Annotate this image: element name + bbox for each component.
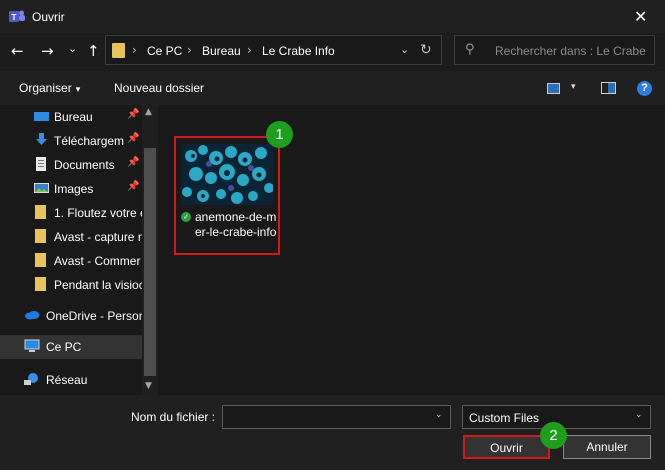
help-icon[interactable]: ? bbox=[637, 81, 652, 96]
sidebar-item-label: Téléchargements bbox=[54, 134, 124, 148]
sidebar-item-folder-avast-capture[interactable]: Avast - capture n bbox=[0, 225, 142, 249]
sidebar-item-label: 1. Floutez votre e bbox=[54, 206, 142, 220]
sync-status-icon: ✓ bbox=[181, 212, 191, 222]
download-icon bbox=[34, 133, 49, 147]
scroll-up-icon[interactable]: ▲ bbox=[145, 107, 152, 117]
folder-icon bbox=[112, 43, 125, 58]
filename-input[interactable]: ⌄ bbox=[222, 405, 451, 429]
file-name: anemone-de-mer-le-crabe-info bbox=[195, 210, 277, 239]
document-icon bbox=[34, 157, 49, 171]
sidebar-item-folder-pendant[interactable]: Pendant la visioc bbox=[0, 273, 142, 297]
filename-label: Nom du fichier : bbox=[131, 410, 216, 424]
file-list: ✓ anemone-de-mer-le-crabe-info 1 bbox=[158, 105, 665, 395]
cancel-button[interactable]: Annuler bbox=[563, 435, 651, 459]
step-badge-2: 2 bbox=[540, 422, 567, 449]
view-mode-icon[interactable] bbox=[547, 83, 560, 94]
sidebar-item-label: Documents bbox=[54, 158, 115, 172]
back-arrow-icon[interactable]: ← bbox=[11, 41, 24, 61]
sidebar-item-documents[interactable]: Documents 📌 bbox=[0, 153, 142, 177]
sidebar-item-reseau[interactable]: Réseau bbox=[0, 368, 142, 392]
sidebar-item-label: OneDrive - Person bbox=[46, 309, 142, 323]
sidebar-item-label: Réseau bbox=[46, 373, 88, 387]
breadcrumb-separator: › bbox=[132, 43, 137, 57]
sidebar-item-onedrive[interactable]: OneDrive - Person bbox=[0, 304, 142, 328]
breadcrumb-le-crabe-info[interactable]: Le Crabe Info bbox=[262, 44, 335, 58]
folder-icon bbox=[34, 277, 49, 291]
sidebar-item-bureau[interactable]: Bureau 📌 bbox=[0, 105, 142, 129]
view-dropdown-icon[interactable]: ▾ bbox=[571, 82, 576, 92]
folder-icon bbox=[34, 229, 49, 243]
search-placeholder: Rechercher dans : Le Crabe I... bbox=[495, 44, 650, 58]
sidebar-scrollbar[interactable]: ▲ ▼ bbox=[142, 105, 158, 395]
filename-dropdown-icon[interactable]: ⌄ bbox=[435, 410, 443, 420]
sidebar-item-label: Ce PC bbox=[46, 340, 82, 354]
sidebar-item-label: Pendant la visioc bbox=[54, 278, 142, 292]
organiser-button[interactable]: Organiser ▾ bbox=[19, 81, 80, 95]
forward-arrow-icon[interactable]: → bbox=[41, 41, 54, 61]
sidebar-item-label: Images bbox=[54, 182, 94, 196]
pin-icon: 📌 bbox=[127, 181, 140, 192]
search-icon: ⚲ bbox=[465, 42, 475, 57]
command-bar: Organiser ▾ Nouveau dossier ▾ ? bbox=[0, 71, 665, 105]
up-arrow-icon[interactable]: ↑ bbox=[87, 41, 100, 61]
pin-icon: 📌 bbox=[127, 109, 140, 120]
chevron-down-icon: ⌄ bbox=[635, 410, 643, 420]
computer-icon bbox=[24, 339, 40, 353]
address-bar[interactable]: › Ce PC › Bureau › Le Crabe Info ⌄ ↻ bbox=[105, 35, 442, 65]
network-icon bbox=[24, 372, 39, 386]
folder-icon bbox=[34, 205, 49, 219]
sidebar-item-label: Avast - Commer bbox=[54, 254, 141, 268]
breadcrumb-separator: › bbox=[187, 43, 192, 57]
step-badge-1: 1 bbox=[266, 121, 293, 148]
file-item[interactable]: ✓ anemone-de-mer-le-crabe-info bbox=[174, 136, 280, 255]
preview-pane-icon[interactable] bbox=[601, 82, 616, 94]
file-type-value: Custom Files bbox=[469, 411, 540, 425]
breadcrumb-ce-pc[interactable]: Ce PC bbox=[147, 44, 182, 58]
pin-icon: 📌 bbox=[127, 157, 140, 168]
sidebar-item-telechargements[interactable]: Téléchargements 📌 bbox=[0, 129, 142, 153]
window-title: Ouvrir bbox=[32, 10, 65, 24]
onedrive-icon bbox=[24, 308, 40, 322]
pin-icon: 📌 bbox=[127, 133, 140, 144]
file-thumbnail bbox=[181, 144, 273, 205]
breadcrumb-separator: › bbox=[247, 43, 252, 57]
sidebar-item-folder-floutez[interactable]: 1. Floutez votre e bbox=[0, 201, 142, 225]
chevron-down-icon: ▾ bbox=[75, 85, 81, 95]
address-dropdown-icon[interactable]: ⌄ bbox=[400, 43, 409, 56]
sidebar-item-label: Avast - capture n bbox=[54, 230, 142, 244]
folder-icon bbox=[34, 253, 49, 267]
recent-locations-chevron-icon[interactable]: ⌄ bbox=[68, 39, 77, 59]
refresh-icon[interactable]: ↻ bbox=[420, 42, 432, 58]
organiser-label: Organiser bbox=[19, 81, 72, 95]
scrollbar-thumb[interactable] bbox=[144, 148, 156, 376]
sidebar-item-images[interactable]: Images 📌 bbox=[0, 177, 142, 201]
search-input[interactable]: ⚲ Rechercher dans : Le Crabe I... bbox=[454, 35, 655, 65]
sidebar-item-label: Bureau bbox=[54, 110, 93, 124]
navigation-bar: ← → ⌄ ↑ › Ce PC › Bureau › Le Crabe Info… bbox=[0, 33, 665, 71]
scroll-down-icon[interactable]: ▼ bbox=[145, 381, 152, 391]
desktop-icon bbox=[34, 109, 49, 123]
open-button[interactable]: Ouvrir bbox=[463, 435, 550, 459]
breadcrumb-bureau[interactable]: Bureau bbox=[202, 44, 241, 58]
sidebar-item-folder-avast-commer[interactable]: Avast - Commer bbox=[0, 249, 142, 273]
sidebar-item-ce-pc[interactable]: Ce PC bbox=[0, 335, 142, 359]
close-icon[interactable]: ✕ bbox=[634, 7, 647, 26]
dialog-footer: Nom du fichier : ⌄ Custom Files ⌄ Ouvrir… bbox=[0, 395, 665, 470]
svg-text:T: T bbox=[12, 13, 17, 22]
teams-icon: T bbox=[9, 10, 25, 22]
new-folder-button[interactable]: Nouveau dossier bbox=[114, 81, 204, 95]
title-bar: T Ouvrir ✕ bbox=[0, 0, 665, 33]
pictures-icon bbox=[34, 181, 49, 195]
navigation-pane: Bureau 📌 Téléchargements 📌 Documents 📌 I… bbox=[0, 105, 158, 395]
